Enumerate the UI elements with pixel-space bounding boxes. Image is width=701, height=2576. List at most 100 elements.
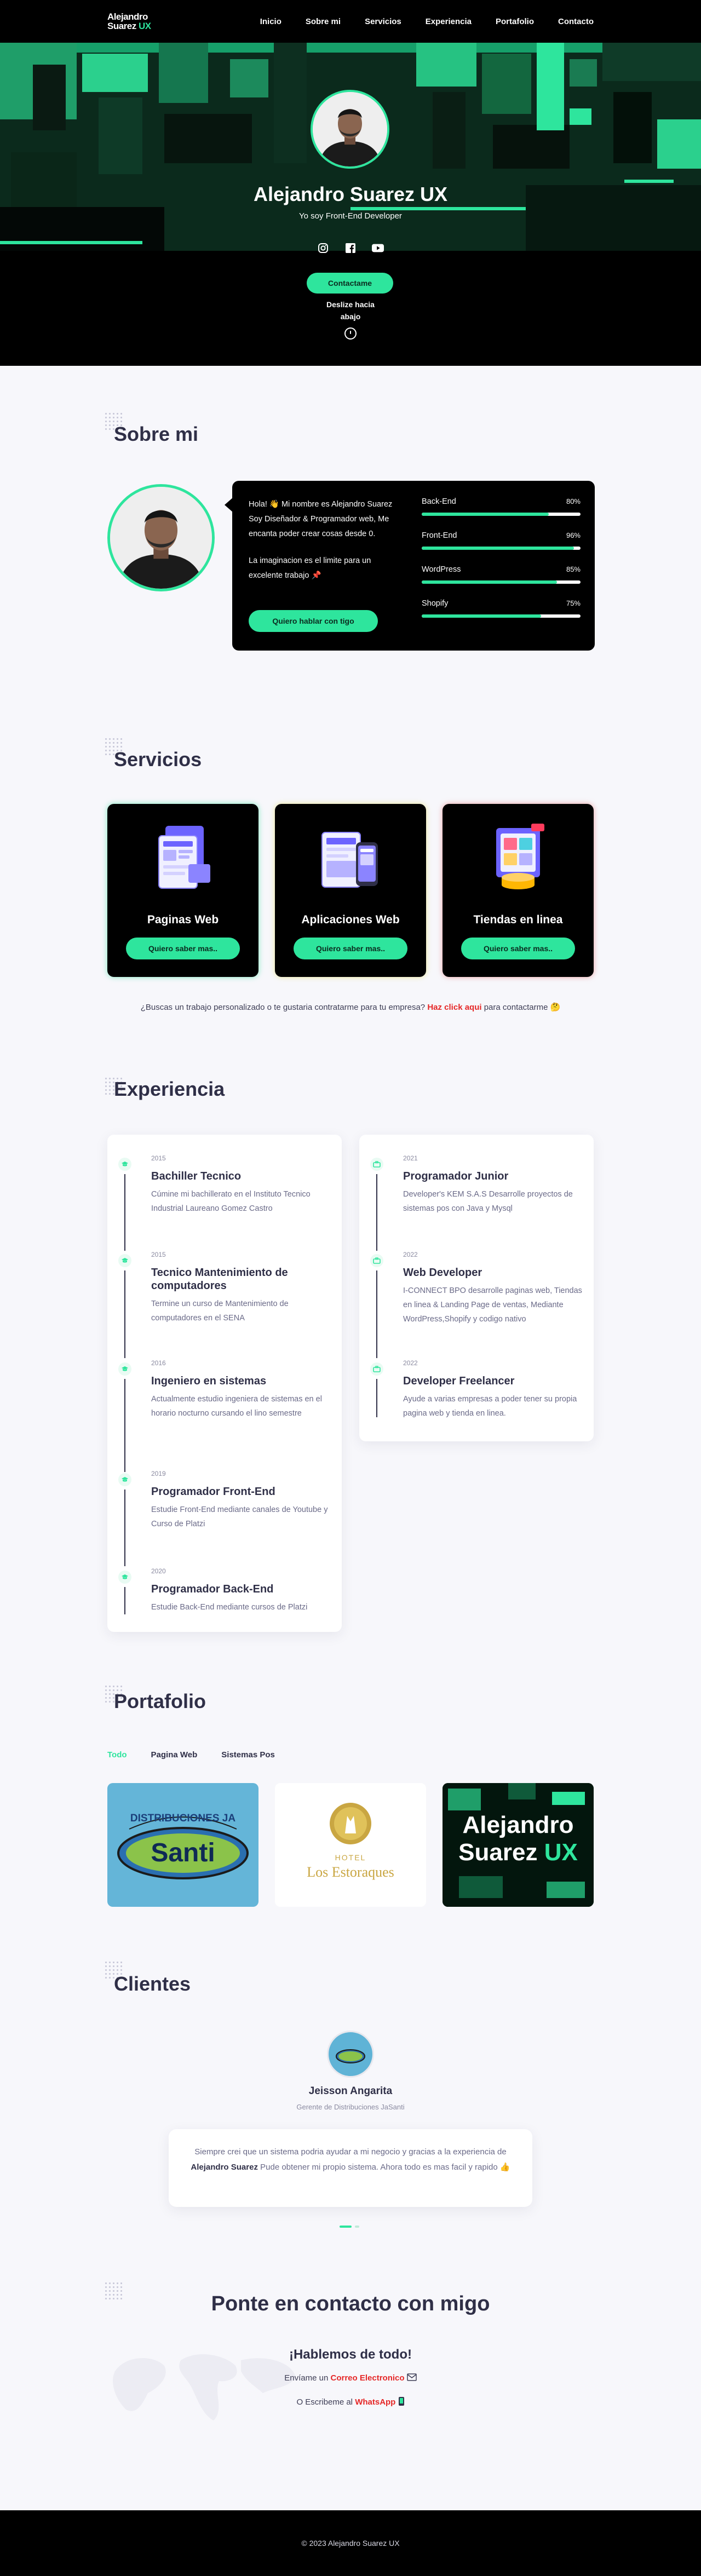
timeline-line xyxy=(376,1174,377,1251)
click-here-link[interactable]: Haz click aqui xyxy=(427,1003,481,1012)
portfolio-item-text: Suarez xyxy=(458,1839,538,1866)
experience-title-text: Bachiller Tecnico xyxy=(151,1170,242,1182)
nav-link-inicio[interactable]: Inicio xyxy=(260,17,281,26)
service-card-web-pages: Paginas Web Quiero saber mas.. xyxy=(107,804,258,977)
timeline-line xyxy=(124,1379,125,1472)
envelope-icon xyxy=(406,2373,417,2383)
service-more-button[interactable]: Quiero saber mas.. xyxy=(126,938,240,959)
experience-description: Actualmente estudio ingeniera de sistema… xyxy=(151,1395,322,1418)
service-more-button[interactable]: Quiero saber mas.. xyxy=(294,938,407,959)
briefcase-icon xyxy=(370,1254,383,1267)
about-avatar xyxy=(107,484,215,591)
scroll-down-icon[interactable] xyxy=(344,327,357,340)
experience-description: Cúmine mi bachillerato en el Instituto T… xyxy=(151,1190,311,1213)
contact-me-button[interactable]: Contactame xyxy=(307,273,393,294)
experience-year: 2015 xyxy=(151,1154,166,1162)
skill-name: WordPress xyxy=(422,565,461,574)
pager-dot-active[interactable] xyxy=(340,2226,352,2228)
experience-title: Experiencia xyxy=(114,1078,225,1100)
page: Alejandro Suarez UX Inicio Sobre mi Serv… xyxy=(0,0,701,2576)
about-paragraph-2: La imaginacion es el limite para un exce… xyxy=(249,556,371,580)
portfolio-item-text: UX xyxy=(544,1839,578,1866)
experience-card-work: 2021 Programador Junior Developer's KEM … xyxy=(359,1135,594,1441)
youtube-icon[interactable] xyxy=(372,242,384,254)
hero-content: Alejandro Suarez UX Yo soy Front-End Dev… xyxy=(0,43,701,366)
top-navbar: Alejandro Suarez UX Inicio Sobre mi Serv… xyxy=(0,0,701,43)
nav-link-experiencia[interactable]: Experiencia xyxy=(426,17,472,26)
about-paragraph-1: Hola! 👋 Mi nombre es Alejandro Suarez So… xyxy=(249,500,393,538)
graduation-cap-icon xyxy=(118,1158,131,1171)
instagram-icon[interactable] xyxy=(317,242,329,254)
nav-link-servicios[interactable]: Servicios xyxy=(365,17,401,26)
cta-text: ¿Buscas un trabajo personalizado o te gu… xyxy=(140,1003,426,1012)
filter-pos-systems[interactable]: Sistemas Pos xyxy=(221,1750,275,1760)
skill-bar-fill xyxy=(422,547,574,550)
timeline-line xyxy=(124,1587,125,1614)
skill-bar xyxy=(422,513,581,516)
timeline-line xyxy=(124,1174,125,1251)
santi-logo-icon xyxy=(336,2049,365,2063)
experience-title-text: Web Developer xyxy=(403,1267,482,1279)
experience-description: Ayude a varias empresas a poder tener su… xyxy=(403,1395,577,1418)
portfolio-item-text: Los Estoraques xyxy=(307,1864,394,1880)
hero-section: Alejandro Suarez UX Yo soy Front-End Dev… xyxy=(0,43,701,366)
contact-email-prefix: Envíame un xyxy=(284,2373,329,2383)
filter-all[interactable]: Todo xyxy=(107,1750,127,1760)
skill-name: Shopify xyxy=(422,599,449,608)
skill-bar xyxy=(422,547,581,550)
nav-link-portafolio[interactable]: Portafolio xyxy=(496,17,534,26)
online-store-illustration-icon xyxy=(496,824,544,889)
contact-title: Ponte en contacto con migo xyxy=(211,2292,490,2315)
testimonial-text-after: Pude obtener mi propio sistema. Ahora to… xyxy=(260,2163,510,2172)
testimonial-text: Siempre crei que un sistema podria ayuda… xyxy=(194,2147,507,2157)
whatsapp-link[interactable]: WhatsApp xyxy=(355,2397,395,2407)
experience-year: 2022 xyxy=(403,1251,418,1258)
skill-bar xyxy=(422,614,581,618)
graduation-cap-icon xyxy=(118,1571,131,1584)
experience-title-text: Developer Freelancer xyxy=(403,1375,515,1387)
portfolio-item-alejandro-suarez-ux[interactable]: Alejandro Suarez UX xyxy=(443,1783,594,1907)
nav-link-contacto[interactable]: Contacto xyxy=(558,17,594,26)
filter-web-page[interactable]: Pagina Web xyxy=(151,1750,198,1760)
talk-with-me-button[interactable]: Quiero hablar con tigo xyxy=(249,610,378,632)
contact-email-line: Envíame un Correo Electronico xyxy=(0,2373,701,2383)
experience-title-text: Programador Front-End xyxy=(151,1486,275,1498)
portfolio-item-distribuciones-santi[interactable]: DISTRIBUCIONES JA Santi xyxy=(107,1783,258,1907)
experience-description: Estudie Back-End mediante cursos de Plat… xyxy=(151,1603,308,1612)
experience-year: 2022 xyxy=(403,1359,418,1367)
experience-description: Developer's KEM S.A.S Desarrolle proyect… xyxy=(403,1190,573,1213)
site-logo[interactable]: Alejandro Suarez UX xyxy=(107,12,151,31)
custom-work-cta: ¿Buscas un trabajo personalizado o te gu… xyxy=(0,1002,701,1012)
skill-bar xyxy=(422,580,581,584)
nav-links: Inicio Sobre mi Servicios Experiencia Po… xyxy=(260,17,594,26)
service-more-button[interactable]: Quiero saber mas.. xyxy=(461,938,575,959)
nav-link-sobre-mi[interactable]: Sobre mi xyxy=(306,17,341,26)
footer-copyright: © 2023 Alejandro Suarez UX xyxy=(301,2539,400,2548)
about-title: Sobre mi xyxy=(114,423,199,445)
logo-line2a: Suarez xyxy=(107,21,136,31)
portfolio-item-hotel-los-estoraques[interactable]: HOTEL Los Estoraques xyxy=(275,1783,426,1907)
service-title: Paginas Web xyxy=(147,913,219,926)
hero-name: Alejandro Suarez UX xyxy=(253,183,448,205)
portfolio-item-text: Alejandro xyxy=(462,1812,574,1838)
logo-line1: Alejandro xyxy=(107,12,148,22)
email-link[interactable]: Correo Electronico xyxy=(331,2373,405,2383)
briefcase-icon xyxy=(370,1158,383,1171)
hero-avatar xyxy=(311,90,389,169)
briefcase-icon xyxy=(370,1362,383,1376)
experience-title-text: Programador Junior xyxy=(403,1170,509,1182)
pager-dot[interactable] xyxy=(355,2226,359,2228)
experience-title-text: Ingeniero en sistemas xyxy=(151,1375,267,1387)
graduation-cap-icon xyxy=(118,1362,131,1376)
facebook-icon[interactable] xyxy=(344,242,357,254)
service-card-online-stores: Tiendas en linea Quiero saber mas.. xyxy=(443,804,594,977)
portfolio-item-text: Santi xyxy=(151,1838,215,1867)
experience-year: 2016 xyxy=(151,1359,166,1367)
experience-card-education: 2015 Bachiller Tecnico Cúmine mi bachill… xyxy=(107,1135,342,1632)
clients-title: Clientes xyxy=(114,1973,191,1995)
about-card: Hola! 👋 Mi nombre es Alejandro Suarez So… xyxy=(225,481,595,651)
graduation-cap-icon xyxy=(118,1473,131,1486)
experience-description: I-CONNECT BPO desarrolle paginas web, Ti… xyxy=(403,1286,582,1324)
skill-percent: 96% xyxy=(566,531,581,539)
timeline-line xyxy=(124,1490,125,1566)
